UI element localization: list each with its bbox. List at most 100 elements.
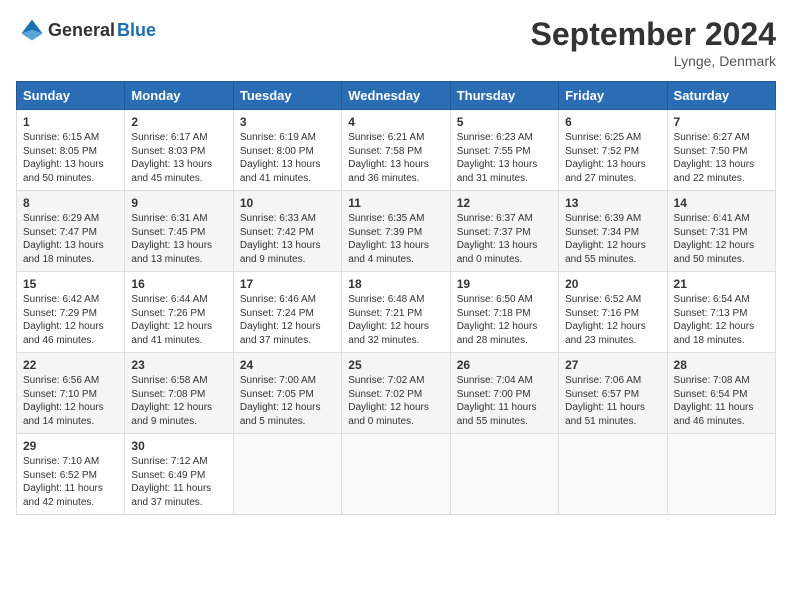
calendar-cell — [559, 434, 667, 515]
month-title: September 2024 — [531, 16, 776, 53]
day-content: Sunrise: 7:12 AMSunset: 6:49 PMDaylight:… — [131, 455, 226, 509]
day-number: 13 — [565, 196, 660, 210]
day-number: 17 — [240, 277, 335, 291]
day-number: 2 — [131, 115, 226, 129]
day-content: Sunrise: 7:06 AMSunset: 6:57 PMDaylight:… — [565, 374, 660, 428]
day-content: Sunrise: 6:56 AMSunset: 7:10 PMDaylight:… — [23, 374, 118, 428]
calendar-cell: 1 Sunrise: 6:15 AMSunset: 8:05 PMDaylight… — [17, 110, 125, 191]
day-header-tuesday: Tuesday — [233, 82, 341, 110]
day-number: 26 — [457, 358, 552, 372]
calendar-week-row: 15Sunrise: 6:42 AMSunset: 7:29 PMDayligh… — [17, 272, 776, 353]
calendar-cell: 29Sunrise: 7:10 AMSunset: 6:52 PMDayligh… — [17, 434, 125, 515]
calendar-cell: 18 Sunrise: 6:48 AMSunset: 7:21 PMDayligh… — [342, 272, 450, 353]
logo: GeneralBlue — [16, 16, 156, 44]
calendar-cell — [342, 434, 450, 515]
day-number: 22 — [23, 358, 118, 372]
day-number: 20 — [565, 277, 660, 291]
calendar-week-row: 22 Sunrise: 6:56 AMSunset: 7:10 PMDayligh… — [17, 353, 776, 434]
day-header-friday: Friday — [559, 82, 667, 110]
day-header-thursday: Thursday — [450, 82, 558, 110]
calendar-cell: 10 Sunrise: 6:33 AMSunset: 7:42 PMDayligh… — [233, 191, 341, 272]
logo-icon — [18, 16, 46, 44]
calendar-cell: 13Sunrise: 6:39 AMSunset: 7:34 PMDayligh… — [559, 191, 667, 272]
day-number: 12 — [457, 196, 552, 210]
day-number: 27 — [565, 358, 660, 372]
day-content: Sunrise: 6:50 AMSunset: 7:18 PMDaylight:… — [457, 293, 552, 347]
calendar-cell: 6 Sunrise: 6:25 AMSunset: 7:52 PMDaylight… — [559, 110, 667, 191]
day-number: 25 — [348, 358, 443, 372]
title-block: September 2024 Lynge, Denmark — [531, 16, 776, 69]
day-number: 16 — [131, 277, 226, 291]
calendar-week-row: 1 Sunrise: 6:15 AMSunset: 8:05 PMDaylight… — [17, 110, 776, 191]
day-content: Sunrise: 6:23 AMSunset: 7:55 PMDaylight:… — [457, 131, 552, 185]
day-content: Sunrise: 7:04 AMSunset: 7:00 PMDaylight:… — [457, 374, 552, 428]
day-number: 28 — [674, 358, 769, 372]
location: Lynge, Denmark — [531, 53, 776, 69]
day-content: Sunrise: 7:00 AMSunset: 7:05 PMDaylight:… — [240, 374, 335, 428]
calendar-cell: 16 Sunrise: 6:44 AMSunset: 7:26 PMDayligh… — [125, 272, 233, 353]
calendar-cell: 26 Sunrise: 7:04 AMSunset: 7:00 PMDayligh… — [450, 353, 558, 434]
calendar-cell: 21 Sunrise: 6:54 AMSunset: 7:13 PMDayligh… — [667, 272, 775, 353]
day-content: Sunrise: 6:37 AMSunset: 7:37 PMDaylight:… — [457, 212, 552, 266]
day-content: Sunrise: 6:19 AMSunset: 8:00 PMDaylight:… — [240, 131, 335, 185]
calendar-cell: 15Sunrise: 6:42 AMSunset: 7:29 PMDayligh… — [17, 272, 125, 353]
day-content: Sunrise: 6:48 AMSunset: 7:21 PMDaylight:… — [348, 293, 443, 347]
day-content: Sunrise: 6:15 AMSunset: 8:05 PMDaylight:… — [23, 131, 118, 185]
day-number: 4 — [348, 115, 443, 129]
calendar-cell: 22 Sunrise: 6:56 AMSunset: 7:10 PMDayligh… — [17, 353, 125, 434]
calendar-cell: 24 Sunrise: 7:00 AMSunset: 7:05 PMDayligh… — [233, 353, 341, 434]
calendar-cell: 5 Sunrise: 6:23 AMSunset: 7:55 PMDaylight… — [450, 110, 558, 191]
day-content: Sunrise: 6:58 AMSunset: 7:08 PMDaylight:… — [131, 374, 226, 428]
day-number: 7 — [674, 115, 769, 129]
logo-blue: Blue — [117, 20, 156, 41]
day-content: Sunrise: 6:44 AMSunset: 7:26 PMDaylight:… — [131, 293, 226, 347]
day-number: 21 — [674, 277, 769, 291]
calendar-cell: 11 Sunrise: 6:35 AMSunset: 7:39 PMDayligh… — [342, 191, 450, 272]
day-content: Sunrise: 7:02 AMSunset: 7:02 PMDaylight:… — [348, 374, 443, 428]
day-number: 3 — [240, 115, 335, 129]
day-number: 14 — [674, 196, 769, 210]
logo-general: General — [48, 20, 115, 41]
day-header-saturday: Saturday — [667, 82, 775, 110]
day-content: Sunrise: 6:33 AMSunset: 7:42 PMDaylight:… — [240, 212, 335, 266]
day-content: Sunrise: 6:29 AMSunset: 7:47 PMDaylight:… — [23, 212, 118, 266]
calendar-cell: 3 Sunrise: 6:19 AMSunset: 8:00 PMDaylight… — [233, 110, 341, 191]
day-number: 8 — [23, 196, 118, 210]
calendar-cell: 9Sunrise: 6:31 AMSunset: 7:45 PMDaylight… — [125, 191, 233, 272]
day-content: Sunrise: 6:42 AMSunset: 7:29 PMDaylight:… — [23, 293, 118, 347]
day-content: Sunrise: 6:25 AMSunset: 7:52 PMDaylight:… — [565, 131, 660, 185]
calendar-cell — [450, 434, 558, 515]
day-number: 19 — [457, 277, 552, 291]
calendar-cell: 2Sunrise: 6:17 AMSunset: 8:03 PMDaylight… — [125, 110, 233, 191]
day-number: 9 — [131, 196, 226, 210]
calendar-cell — [667, 434, 775, 515]
day-number: 23 — [131, 358, 226, 372]
page-header: GeneralBlue September 2024 Lynge, Denmar… — [16, 16, 776, 69]
day-content: Sunrise: 6:46 AMSunset: 7:24 PMDaylight:… — [240, 293, 335, 347]
calendar-cell: 14Sunrise: 6:41 AMSunset: 7:31 PMDayligh… — [667, 191, 775, 272]
calendar-header-row: SundayMondayTuesdayWednesdayThursdayFrid… — [17, 82, 776, 110]
day-content: Sunrise: 6:21 AMSunset: 7:58 PMDaylight:… — [348, 131, 443, 185]
calendar-cell: 30Sunrise: 7:12 AMSunset: 6:49 PMDayligh… — [125, 434, 233, 515]
calendar-cell: 23 Sunrise: 6:58 AMSunset: 7:08 PMDayligh… — [125, 353, 233, 434]
calendar-table: SundayMondayTuesdayWednesdayThursdayFrid… — [16, 81, 776, 515]
calendar-week-row: 29Sunrise: 7:10 AMSunset: 6:52 PMDayligh… — [17, 434, 776, 515]
day-content: Sunrise: 6:54 AMSunset: 7:13 PMDaylight:… — [674, 293, 769, 347]
day-number: 24 — [240, 358, 335, 372]
day-content: Sunrise: 6:35 AMSunset: 7:39 PMDaylight:… — [348, 212, 443, 266]
calendar-cell: 8 Sunrise: 6:29 AMSunset: 7:47 PMDaylight… — [17, 191, 125, 272]
day-content: Sunrise: 6:27 AMSunset: 7:50 PMDaylight:… — [674, 131, 769, 185]
day-number: 18 — [348, 277, 443, 291]
day-number: 1 — [23, 115, 118, 129]
calendar-cell: 25 Sunrise: 7:02 AMSunset: 7:02 PMDayligh… — [342, 353, 450, 434]
day-number: 11 — [348, 196, 443, 210]
calendar-cell: 12 Sunrise: 6:37 AMSunset: 7:37 PMDayligh… — [450, 191, 558, 272]
day-number: 10 — [240, 196, 335, 210]
day-content: Sunrise: 6:52 AMSunset: 7:16 PMDaylight:… — [565, 293, 660, 347]
calendar-cell: 7 Sunrise: 6:27 AMSunset: 7:50 PMDaylight… — [667, 110, 775, 191]
day-header-monday: Monday — [125, 82, 233, 110]
day-number: 5 — [457, 115, 552, 129]
day-header-wednesday: Wednesday — [342, 82, 450, 110]
day-number: 6 — [565, 115, 660, 129]
calendar-cell: 19 Sunrise: 6:50 AMSunset: 7:18 PMDayligh… — [450, 272, 558, 353]
